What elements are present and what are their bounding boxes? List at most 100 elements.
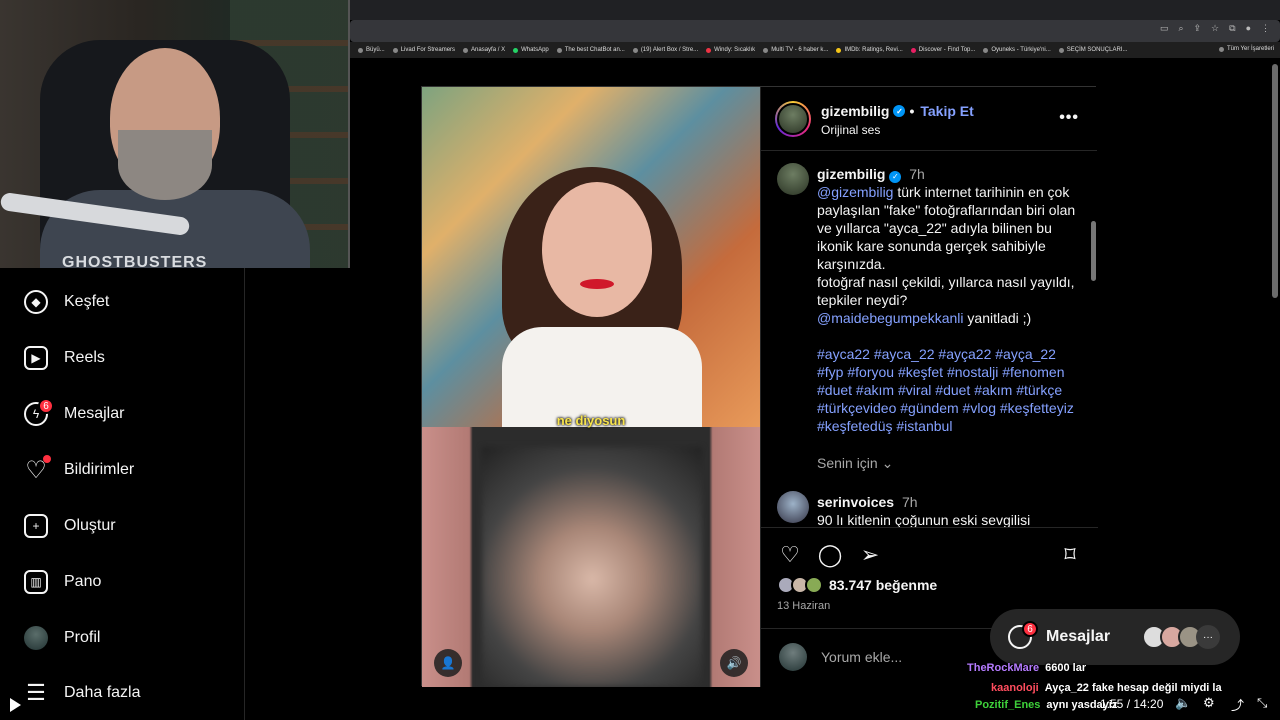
streamer-beard [118,130,212,200]
bookmark-item[interactable]: Discover - Find Top... [910,47,975,53]
bookmark-item[interactable]: Multi TV - 6 haber k... [763,47,828,53]
caption-text-3: yanitladi ;) [963,310,1032,326]
volume-icon[interactable]: 🔈 [1175,695,1191,711]
sidebar-item-create[interactable]: + Oluştur [24,511,116,541]
post-side-panel: gizembilig ✓ • Takip Et Orijinal ses •••… [760,87,1098,687]
heart-icon: ♡ [24,455,51,484]
install-icon[interactable]: ▭ [1160,23,1169,34]
popout-icon[interactable]: ⤴ [1231,695,1244,714]
address-bar[interactable]: ▭ ⌕ ⇪ ☆ ⧉ ● ⋮ [350,20,1280,42]
bookmark-item[interactable]: Livad For Streamers [392,47,455,53]
avatar [779,643,807,671]
play-icon[interactable] [10,698,21,712]
sidebar-item-label: Bildirimler [64,461,135,478]
fullscreen-icon[interactable]: ⤡ [1257,695,1267,711]
bookmark-item[interactable]: Windy: Sıcaklık [706,47,755,53]
sidebar-item-messages[interactable]: ϟ 6 Mesajlar [24,398,125,429]
page-scrollbar[interactable] [1272,64,1278,298]
messenger-icon: ϟ 6 [24,398,54,426]
like-heart-icon[interactable]: ♡ [777,542,803,568]
reels-icon: ▶ [24,346,48,370]
caption-mention-2[interactable]: @maidebegumpekkanli [817,310,964,326]
person-shirt [502,327,702,427]
blurred-person [482,447,702,687]
browser-titlebar [350,0,1280,20]
sidebar-item-reels[interactable]: ▶ Reels [24,343,105,373]
messages-badge: 6 [1022,621,1038,637]
notification-dot [43,455,51,463]
caption-mention[interactable]: @gizembilig [817,184,893,200]
sidebar-item-label: Mesajlar [64,405,125,422]
menu-kebab-icon[interactable]: ⋮ [1261,23,1270,34]
bookmark-item[interactable]: SEÇİM SONUÇLARI... [1058,47,1127,53]
caption-avatar[interactable] [777,163,809,195]
compass-icon: ◆ [24,290,48,314]
bookmark-item[interactable]: Anasayfa / X [463,47,505,53]
sidebar-item-label: Keşfet [64,293,110,310]
author-username[interactable]: gizembilig [821,103,889,119]
sidebar-item-notifications[interactable]: ♡ Bildirimler [24,455,134,485]
sidebar-item-profile[interactable]: Profil [24,623,100,653]
messages-pill[interactable]: 6 Mesajlar ··· [990,609,1240,665]
caption-text-2: fotoğraf nasıl çekildi, yıllarca nasıl y… [817,274,1075,308]
video-bottom-frame [422,427,760,687]
bookmark-item[interactable]: (19) Alert Box / Stre... [632,47,698,53]
bookmark-item[interactable]: WhatsApp [513,47,549,53]
comment-username[interactable]: serinvoices [817,494,894,510]
comments-scrollbar[interactable] [1091,221,1096,281]
extensions-icon[interactable]: ⧉ [1229,23,1235,34]
post-caption: gizembilig ✓ 7h @gizembilig türk interne… [817,165,1079,435]
audio-label[interactable]: Orijinal ses [821,123,880,137]
for-you-dropdown[interactable]: Senin için ⌄ [817,455,893,472]
commenter-avatar[interactable] [777,491,809,523]
comment-time: 7h [901,494,918,510]
comment-text: 90 lı kitlenin çoğunun eski sevgilisi [817,512,1031,527]
sidebar-item-label: Profil [64,629,101,646]
verified-badge-icon: ✓ [893,105,906,117]
save-bookmark-icon[interactable]: ⌑ [1057,542,1083,568]
likes-row[interactable]: 83.747 beğenme [777,576,937,594]
caption-hashtags[interactable]: #ayca22 #ayca_22 #ayça22 #ayça_22 #fyp #… [817,346,1074,434]
likes-count[interactable]: 83.747 beğenme [829,577,937,593]
share-icon[interactable]: ⇪ [1194,23,1202,34]
bookmarks-bar: Büyü... Livad For Streamers Anasayfa / X… [350,42,1280,58]
playback-time: 1:55 / 14:20 [1100,697,1164,711]
instagram-sidebar: ◆ Keşfet ▶ Reels ϟ 6 Mesajlar ♡ Bildirim… [0,268,245,720]
bookmark-item[interactable]: Oyuneks - Türkiye'ni... [983,47,1051,53]
post-header: gizembilig ✓ • Takip Et Orijinal ses ••• [761,87,1097,151]
profile-icon[interactable]: ● [1246,23,1251,34]
settings-gear-icon[interactable]: ⚙ [1203,695,1215,711]
chat-username: TheRockMare [967,662,1040,674]
share-send-icon[interactable]: ➢ [857,542,883,568]
messages-badge: 6 [38,398,54,414]
comment-icon[interactable]: ◯ [817,542,843,568]
zoom-icon[interactable]: ⌕ [1178,23,1183,34]
messages-avatars: ··· [1142,625,1220,649]
chat-text: 6600 lar [1045,662,1087,674]
more-options-icon[interactable]: ••• [1059,109,1079,127]
verified-badge-icon: ✓ [889,171,902,183]
bookmark-item[interactable]: The best ChatBot an... [556,47,625,53]
person-lips [580,279,614,289]
comment: serinvoices 7h 90 lı kitlenin çoğunun es… [817,493,1079,527]
sidebar-item-explore[interactable]: ◆ Keşfet [24,287,109,317]
volume-icon[interactable]: 🔊 [720,649,748,677]
follow-button[interactable]: Takip Et [920,103,973,119]
user-tag-icon[interactable]: 👤 [434,649,462,677]
bookmark-item[interactable]: IMDb: Ratings, Revi... [836,47,903,53]
author-avatar[interactable] [775,101,811,137]
caption-username[interactable]: gizembilig [817,166,885,182]
bookmark-star-icon[interactable]: ☆ [1211,23,1219,34]
comment-input[interactable]: Yorum ekle... [821,649,902,665]
post-date: 13 Haziran [777,600,831,612]
chat-message: TheRockMare 6600 lar [967,662,1086,674]
comments-area[interactable]: gizembilig ✓ 7h @gizembilig türk interne… [761,151,1098,527]
sidebar-item-dashboard[interactable]: ▥ Pano [24,567,101,597]
webcam-border [348,0,350,268]
messages-pill-label: Mesajlar [1046,628,1111,645]
all-bookmarks[interactable]: Tüm Yer İşaretleri [1218,46,1274,52]
caption-time: 7h [909,166,925,182]
reel-video[interactable]: ne diyosun 👤 🔊 [422,87,760,687]
bookmark-item[interactable]: Büyü... [358,47,385,53]
more-dots-icon: ··· [1196,625,1220,649]
